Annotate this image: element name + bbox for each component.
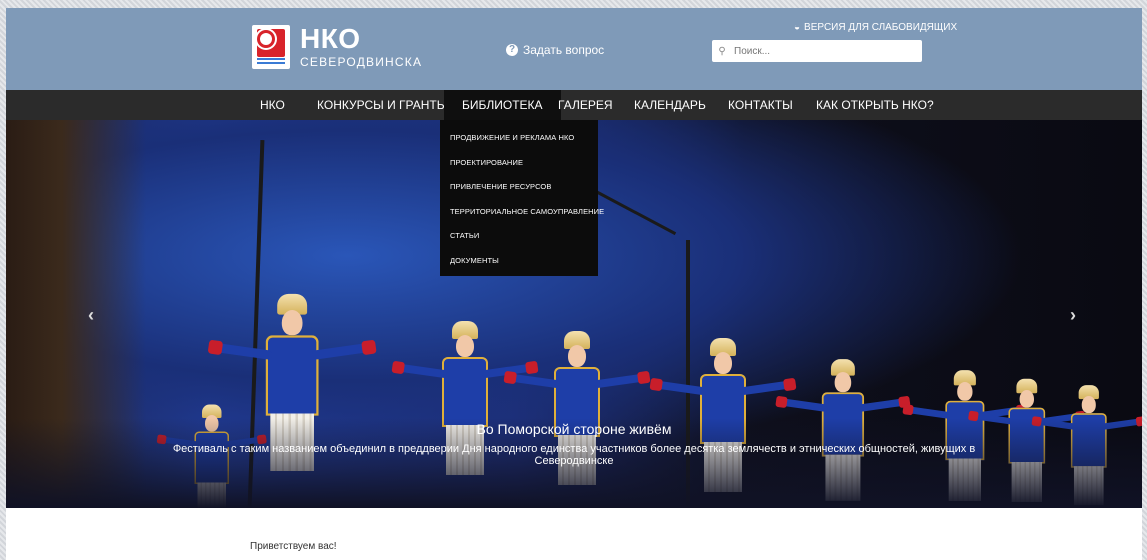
slider-next-arrow[interactable]: › bbox=[1070, 305, 1076, 326]
nav-item-nko[interactable]: НКО bbox=[246, 90, 299, 120]
nav-item-calendar[interactable]: КАЛЕНДАРЬ bbox=[620, 90, 720, 120]
eye-slash-icon: ◒ bbox=[794, 22, 801, 33]
dropdown-item-documents[interactable]: ДОКУМЕНТЫ bbox=[440, 249, 598, 274]
question-icon: ? bbox=[506, 44, 518, 56]
page: НКО СЕВЕРОДВИНСКА ? Задать вопрос ◒ ВЕРС… bbox=[6, 8, 1142, 560]
search-box: ⚲ bbox=[712, 40, 922, 62]
logo-subtitle: СЕВЕРОДВИНСКА bbox=[300, 55, 423, 69]
nav-item-gallery[interactable]: ГАЛЕРЕЯ bbox=[544, 90, 627, 120]
logo-text: НКО СЕВЕРОДВИНСКА bbox=[300, 23, 423, 70]
search-icon[interactable]: ⚲ bbox=[712, 46, 732, 57]
logo-title: НКО bbox=[300, 23, 361, 54]
nav-item-how-to-open[interactable]: КАК ОТКРЫТЬ НКО? bbox=[802, 90, 948, 120]
search-input[interactable] bbox=[732, 44, 916, 58]
main-nav: НКО КОНКУРСЫ И ГРАНТЫ БИБЛИОТЕКА ГАЛЕРЕЯ… bbox=[6, 90, 1142, 120]
site-header: НКО СЕВЕРОДВИНСКА ? Задать вопрос ◒ ВЕРС… bbox=[6, 8, 1142, 90]
dropdown-item-promotion[interactable]: ПРОДВИЖЕНИЕ И РЕКЛАМА НКО bbox=[440, 126, 598, 151]
dropdown-item-articles[interactable]: СТАТЬИ bbox=[440, 224, 598, 249]
ask-question-link[interactable]: ? Задать вопрос bbox=[506, 43, 604, 57]
slide-text: Фестиваль с таким названием объединил в … bbox=[172, 443, 976, 467]
slide-caption: Во Поморской стороне живём Фестиваль с т… bbox=[6, 421, 1142, 467]
library-dropdown-menu: ПРОДВИЖЕНИЕ И РЕКЛАМА НКО ПРОЕКТИРОВАНИЕ… bbox=[440, 120, 604, 276]
ask-question-label: Задать вопрос bbox=[523, 43, 605, 57]
dropdown-item-self-government[interactable]: ТЕРРИТОРИАЛЬНОЕ САМОУПРАВЛЕНИЕ bbox=[440, 200, 604, 225]
nav-item-contests[interactable]: КОНКУРСЫ И ГРАНТЫ bbox=[303, 90, 461, 120]
accessible-version-link[interactable]: ◒ ВЕРСИЯ ДЛЯ СЛАБОВИДЯЩИХ bbox=[794, 22, 957, 33]
dropdown-item-resources[interactable]: ПРИВЛЕЧЕНИЕ РЕСУРСОВ bbox=[440, 175, 598, 200]
slide-title[interactable]: Во Поморской стороне живём bbox=[6, 421, 1142, 437]
dropdown-item-design[interactable]: ПРОЕКТИРОВАНИЕ bbox=[440, 151, 598, 176]
welcome-heading: Приветствуем вас! bbox=[250, 541, 337, 552]
slider-prev-arrow[interactable]: ‹ bbox=[88, 305, 94, 326]
accessible-version-label: ВЕРСИЯ ДЛЯ СЛАБОВИДЯЩИХ bbox=[804, 22, 958, 33]
site-logo[interactable]: НКО СЕВЕРОДВИНСКА bbox=[252, 25, 422, 69]
nav-item-contacts[interactable]: КОНТАКТЫ bbox=[714, 90, 807, 120]
coat-of-arms-icon bbox=[252, 25, 290, 69]
